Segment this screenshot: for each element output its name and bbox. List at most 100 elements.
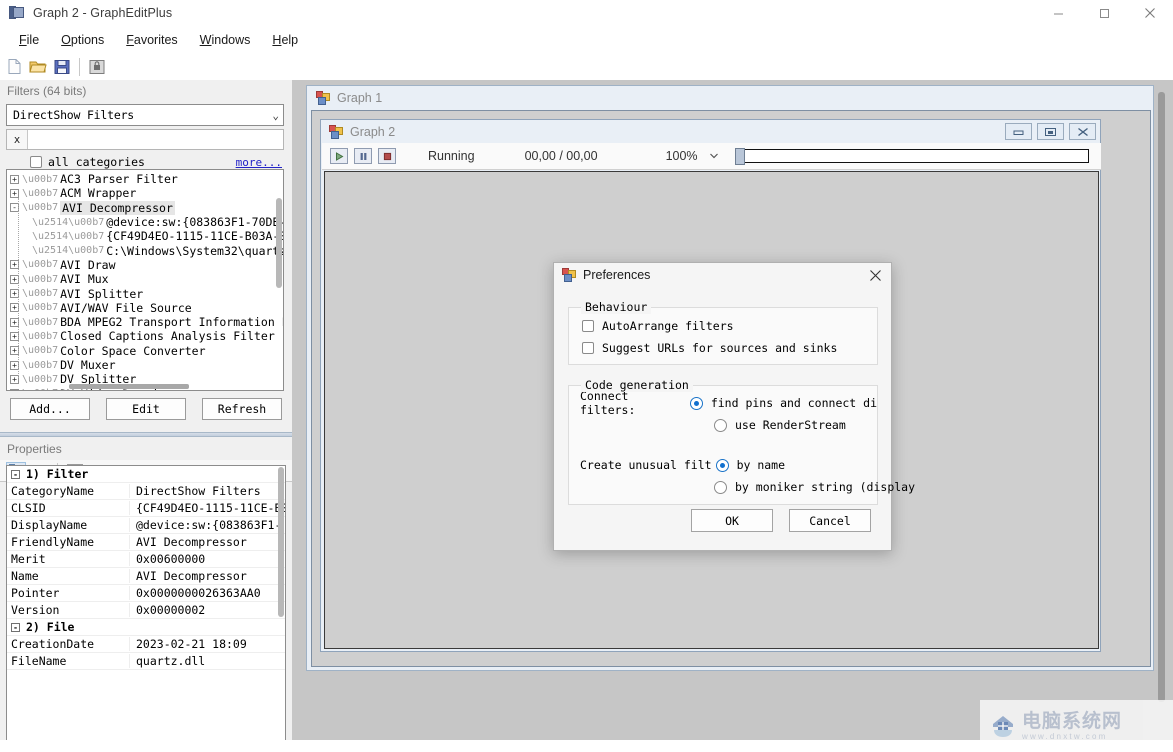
tree-item-label: AVI Decompressor [60, 200, 175, 215]
property-row[interactable]: CLSID {CF49D4EO-1115-11CE-B0 [7, 500, 285, 517]
dock-splitter[interactable] [0, 432, 292, 437]
stop-button[interactable] [378, 148, 396, 164]
more-link[interactable]: more... [236, 156, 282, 169]
maximize-button[interactable] [1081, 0, 1127, 26]
expander-icon[interactable]: + [10, 174, 19, 184]
all-categories-checkbox[interactable] [30, 156, 42, 168]
save-locked-icon[interactable] [86, 56, 108, 78]
expander-icon[interactable]: + [10, 188, 19, 198]
code-generation-group-label: Code generation [581, 378, 693, 392]
ok-button[interactable]: OK [691, 509, 773, 532]
menu-favorites[interactable]: Favorites [115, 30, 188, 50]
zoom-level-label[interactable]: 100% [666, 149, 698, 163]
add-filter-button[interactable]: Add... [10, 398, 90, 420]
chevron-down-icon[interactable] [709, 151, 718, 161]
mdi-vertical-scrollbar[interactable] [1158, 92, 1165, 702]
graph1-titlebar[interactable]: Graph 1 [307, 86, 1153, 110]
edit-filter-button[interactable]: Edit [106, 398, 186, 420]
tree-item[interactable]: +\u00b7BDA MPEG2 Transport Information F… [10, 315, 283, 329]
property-row[interactable]: CreationDate 2023-02-21 18:09 [7, 636, 285, 653]
property-group-header[interactable]: - 2) File [7, 619, 285, 636]
suggest-urls-checkbox[interactable] [582, 342, 594, 354]
property-name: CreationDate [11, 637, 95, 651]
play-button[interactable] [330, 148, 348, 164]
property-row[interactable]: Merit 0x00600000 [7, 551, 285, 568]
create-by-moniker-radio[interactable] [714, 480, 727, 494]
tree-item[interactable]: + \u00b7 Color Space Converter [10, 344, 283, 358]
expander-icon[interactable]: - [11, 622, 20, 632]
property-row[interactable]: CategoryName DirectShow Filters [7, 483, 285, 500]
clear-search-button[interactable]: x [7, 130, 28, 149]
tree-child-item[interactable]: \u2514\u00b7C:\Windows\System32\quartz.d… [10, 243, 283, 258]
preferences-close-button[interactable] [863, 265, 887, 285]
property-value[interactable]: {CF49D4EO-1115-11CE-B0 [129, 501, 285, 515]
property-row[interactable]: FriendlyName AVI Decompressor [7, 534, 285, 551]
all-categories-label: all categories [48, 155, 145, 169]
preferences-dialog[interactable]: Preferences Behaviour AutoArrange filter… [553, 262, 915, 551]
new-file-icon[interactable] [3, 56, 25, 78]
save-disk-icon[interactable] [51, 56, 73, 78]
property-row[interactable]: FileName quartz.dll [7, 653, 285, 670]
autoarrange-checkbox[interactable] [582, 320, 594, 332]
menu-help[interactable]: Help [261, 30, 309, 50]
graph2-close-button[interactable] [1069, 123, 1096, 140]
pause-button[interactable] [354, 148, 372, 164]
minimize-button[interactable] [1035, 0, 1081, 26]
refresh-filters-button[interactable]: Refresh [202, 398, 282, 420]
property-group-header[interactable]: - 1) Filter [7, 466, 285, 483]
create-by-name-radio[interactable] [715, 458, 729, 472]
tree-item[interactable]: + \u00b7 AVI Splitter [10, 286, 283, 301]
close-button[interactable] [1127, 0, 1173, 26]
property-value[interactable]: 2023-02-21 18:09 [129, 637, 285, 651]
tree-item[interactable]: + \u00b7 Closed Captions Analysis Filter [10, 329, 283, 343]
suggest-urls-option-row[interactable]: Suggest URLs for sources and sinks [569, 337, 877, 359]
property-value[interactable]: 0x0000000026363AA0 [129, 586, 285, 600]
autoarrange-option-row[interactable]: AutoArrange filters [569, 315, 877, 337]
tree-vertical-scrollbar[interactable] [276, 198, 282, 288]
graph2-minimize-button[interactable] [1005, 123, 1032, 140]
property-row[interactable]: Name AVI Decompressor [7, 568, 285, 585]
filters-tree[interactable]: + \u00b7 AC3 Parser Filter + \u00b7 ACM Wrap… [6, 169, 284, 391]
expander-icon[interactable]: - [11, 469, 20, 479]
property-value[interactable]: AVI Decompressor [129, 535, 285, 549]
property-value[interactable]: @device:sw:{083863F1- [129, 518, 285, 532]
filter-category-combo[interactable]: DirectShow Filters ⌄ [6, 104, 284, 126]
tree-item[interactable]: + \u00b7 DV Muxer [10, 358, 283, 372]
tree-item-label: @device:sw:{083863F1-70DE-11D0-BD40- [106, 215, 283, 230]
tree-item[interactable]: + \u00b7 AVI Draw [10, 258, 283, 272]
tree-item[interactable]: + \u00b7 ACM Wrapper [10, 186, 283, 200]
connect-renderstream-radio[interactable] [714, 418, 727, 432]
property-row[interactable]: Pointer 0x0000000026363AA0 [7, 585, 285, 602]
tree-horizontal-scrollbar[interactable] [69, 384, 189, 389]
property-name: Version [11, 603, 60, 617]
property-value[interactable]: quartz.dll [129, 654, 285, 668]
tree-item[interactable]: + \u00b7 AC3 Parser Filter [10, 172, 283, 186]
seek-slider-thumb[interactable] [734, 148, 745, 165]
tree-item[interactable]: + \u00b7 AVI Mux [10, 272, 283, 286]
property-value[interactable]: DirectShow Filters [129, 484, 285, 498]
cancel-button[interactable]: Cancel [789, 509, 871, 532]
properties-vertical-scrollbar[interactable] [278, 467, 284, 617]
connect-find-pins-radio[interactable] [689, 396, 703, 410]
property-value[interactable]: 0x00600000 [129, 552, 285, 566]
properties-grid[interactable]: - 1) Filter CategoryName DirectShow Filte… [6, 465, 286, 749]
tree-item[interactable]: + \u00b7 AVI/WAV File Source [10, 301, 283, 315]
tree-item-selected[interactable]: - \u00b7 AVI Decompressor [10, 200, 283, 215]
filter-search-input[interactable] [28, 130, 283, 149]
menu-file[interactable]: File [8, 30, 50, 50]
graph2-titlebar[interactable]: Graph 2 [321, 120, 1100, 143]
menu-windows[interactable]: Windows [189, 30, 262, 50]
menu-options[interactable]: Options [50, 30, 115, 50]
filters-panel-caption: Filters (64 bits) [0, 80, 292, 102]
property-value[interactable]: 0x00000002 [129, 603, 285, 617]
open-folder-icon[interactable] [27, 56, 49, 78]
property-row[interactable]: DisplayName @device:sw:{083863F1- [7, 517, 285, 534]
tree-child-item[interactable]: \u2514\u00b7{CF49D4EO-1115-11CE-B03A-002… [10, 229, 283, 243]
expander-icon[interactable]: + [10, 389, 19, 390]
property-value[interactable]: AVI Decompressor [129, 569, 285, 583]
tree-child-item[interactable]: \u2514\u00b7@device:sw:{083863F1-70DE-11… [10, 215, 283, 229]
watermark-text: 电脑系统网 www.dnxtw.com [1022, 711, 1122, 741]
graph2-restore-button[interactable] [1037, 123, 1064, 140]
seek-slider[interactable] [734, 148, 1089, 165]
property-row[interactable]: Version 0x00000002 [7, 602, 285, 619]
